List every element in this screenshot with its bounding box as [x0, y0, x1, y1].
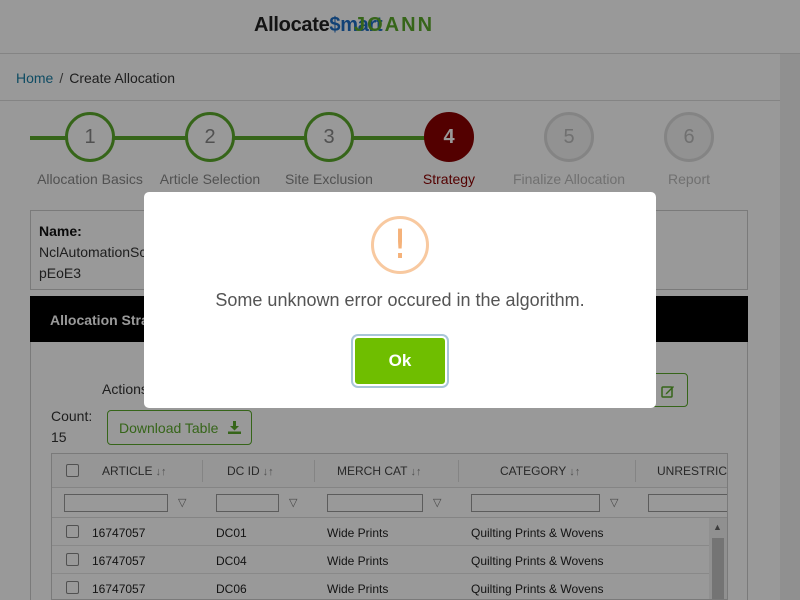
error-dialog: ! Some unknown error occured in the algo… — [144, 192, 656, 408]
warning-icon: ! — [371, 216, 429, 274]
error-message: Some unknown error occured in the algori… — [215, 290, 585, 310]
ok-button[interactable]: Ok — [353, 336, 447, 386]
